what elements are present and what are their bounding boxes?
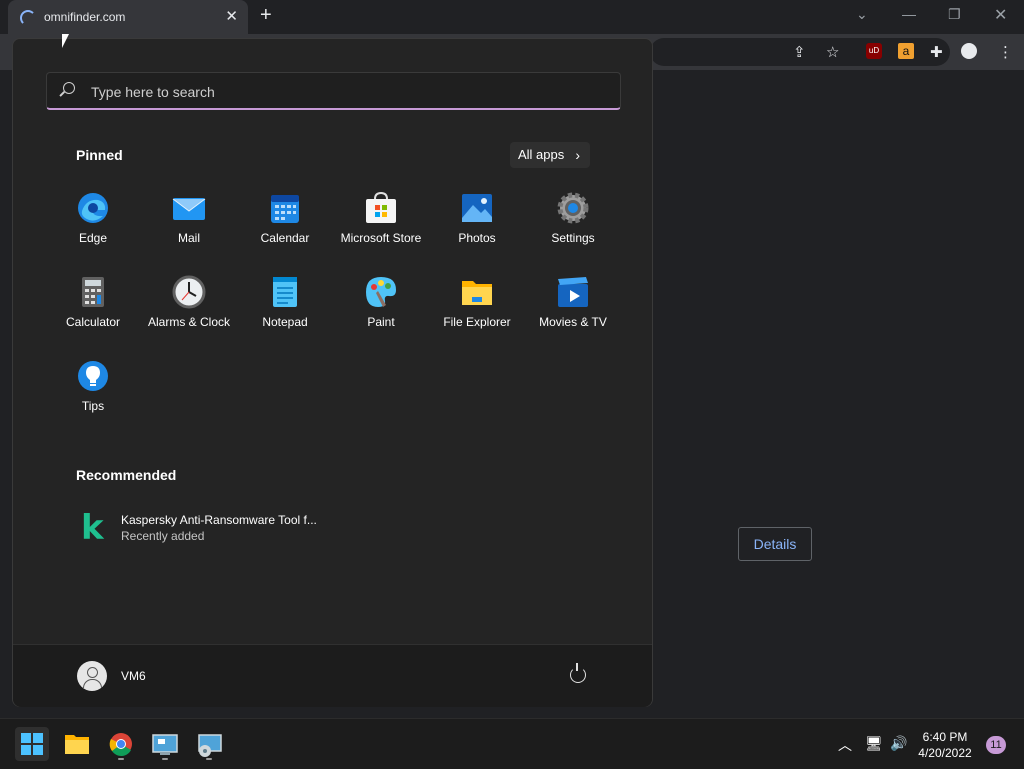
volume-icon[interactable]: 🔊 (890, 735, 907, 752)
start-icon (21, 733, 43, 755)
file-explorer-icon (65, 735, 89, 754)
browser-tabstrip: omnifinder.com ✕ + ⌄ — ❐ ✕ (0, 0, 1024, 34)
notification-badge[interactable]: 11 (986, 736, 1006, 754)
mail-icon (172, 191, 206, 225)
extensions-icon[interactable]: ✚ (930, 43, 943, 61)
app-label: Settings (551, 231, 595, 245)
mouse-cursor-icon (62, 34, 69, 48)
all-apps-label: All apps (518, 147, 565, 162)
clock-date: 4/20/2022 (918, 746, 972, 760)
app-label: Microsoft Store (340, 231, 422, 245)
pinned-app-edge[interactable]: Edge (45, 182, 141, 258)
close-window-icon[interactable]: ✕ (994, 5, 1007, 25)
restore-icon[interactable]: ❐ (948, 6, 961, 23)
pinned-app-settings[interactable]: Settings (525, 182, 621, 258)
recommended-item-subtitle: Recently added (121, 529, 205, 543)
kaspersky-icon: k (81, 508, 104, 548)
installer-icon (198, 734, 222, 757)
details-button[interactable]: Details (738, 527, 812, 561)
pinned-app-tips[interactable]: Tips (45, 350, 141, 426)
edge-icon (76, 191, 110, 225)
pinned-heading: Pinned (76, 147, 123, 163)
app-label: Calendar (260, 231, 310, 245)
network-icon[interactable]: 🖥 (865, 735, 883, 752)
app-label: File Explorer (443, 315, 511, 329)
new-tab-button[interactable]: + (260, 4, 272, 27)
settings-icon (556, 191, 590, 225)
pinned-app-photos[interactable]: Photos (429, 182, 525, 258)
recommended-item[interactable]: k Kaspersky Anti-Ransomware Tool f... Re… (77, 507, 357, 549)
app-label: Mail (177, 231, 200, 245)
pinned-app-microsoft-store[interactable]: Microsoft Store (333, 182, 429, 258)
loading-spinner-icon (20, 10, 36, 26)
search-input[interactable] (89, 81, 593, 103)
control-panel-icon (152, 734, 178, 755)
search-icon (63, 82, 75, 94)
start-menu-footer: VM6 (13, 644, 652, 707)
app-label: Edge (78, 231, 108, 245)
taskbar-installer[interactable] (192, 727, 226, 761)
minimize-icon[interactable]: — (902, 6, 916, 22)
pinned-app-mail[interactable]: Mail (141, 182, 237, 258)
chevron-right-icon: › (575, 147, 580, 163)
pinned-app-alarms-clock[interactable]: Alarms & Clock (141, 266, 237, 342)
power-icon[interactable] (570, 663, 586, 683)
calculator-icon (76, 275, 110, 309)
running-indicator (206, 758, 212, 760)
tab-search-icon[interactable]: ⌄ (856, 6, 868, 23)
store-icon (364, 191, 398, 225)
paint-icon (364, 275, 398, 309)
app-label: Calculator (65, 315, 121, 329)
app-label: Notepad (262, 315, 308, 329)
tab-title: omnifinder.com (44, 10, 126, 24)
tray-chevron-up-icon[interactable]: ︿ (838, 735, 852, 755)
user-avatar-icon[interactable] (77, 661, 107, 691)
app-label: Photos (458, 231, 496, 245)
running-indicator (118, 758, 124, 760)
calendar-icon (268, 191, 302, 225)
bookmark-star-icon[interactable]: ☆ (826, 43, 839, 61)
share-icon[interactable]: ⇪ (793, 43, 806, 61)
tab-close-icon[interactable]: ✕ (225, 7, 238, 25)
pinned-app-calendar[interactable]: Calendar (237, 182, 333, 258)
browser-tab[interactable]: omnifinder.com ✕ (8, 0, 248, 34)
folder-icon (460, 275, 494, 309)
menu-icon[interactable]: ⋮ (998, 43, 1013, 61)
recommended-heading: Recommended (76, 467, 177, 483)
photos-icon (460, 191, 494, 225)
all-apps-button[interactable]: All apps › (510, 142, 590, 168)
amazon-icon[interactable]: a (898, 43, 914, 59)
app-label: Paint (367, 315, 395, 329)
clock-icon (172, 275, 206, 309)
pinned-app-paint[interactable]: Paint (333, 266, 429, 342)
profile-icon[interactable] (961, 43, 977, 59)
tips-icon (76, 359, 110, 393)
notepad-icon (268, 275, 302, 309)
movies-icon (556, 275, 590, 309)
app-label: Movies & TV (539, 315, 607, 329)
taskbar-clock[interactable]: 6:40 PM 4/20/2022 (910, 729, 980, 761)
recommended-item-title: Kaspersky Anti-Ransomware Tool f... (121, 513, 317, 527)
user-name[interactable]: VM6 (121, 669, 146, 683)
taskbar-control-panel[interactable] (148, 727, 182, 761)
clock-time: 6:40 PM (922, 730, 968, 744)
taskbar-file-explorer[interactable] (60, 727, 94, 761)
running-indicator (162, 758, 168, 760)
chrome-icon (109, 733, 132, 756)
start-menu: Pinned All apps › Edge Mail Calendar Mic… (12, 38, 653, 707)
taskbar: ︿ 🖥 🔊 6:40 PM 4/20/2022 11 (0, 718, 1024, 769)
app-label: Alarms & Clock (147, 315, 230, 329)
ublock-icon[interactable]: uD (866, 43, 882, 59)
start-button[interactable] (15, 727, 49, 761)
pinned-app-notepad[interactable]: Notepad (237, 266, 333, 342)
pinned-app-calculator[interactable]: Calculator (45, 266, 141, 342)
search-box[interactable] (46, 72, 621, 110)
app-label: Tips (81, 399, 105, 413)
pinned-app-file-explorer[interactable]: File Explorer (429, 266, 525, 342)
taskbar-chrome[interactable] (104, 727, 138, 761)
pinned-app-movies-tv[interactable]: Movies & TV (525, 266, 621, 342)
